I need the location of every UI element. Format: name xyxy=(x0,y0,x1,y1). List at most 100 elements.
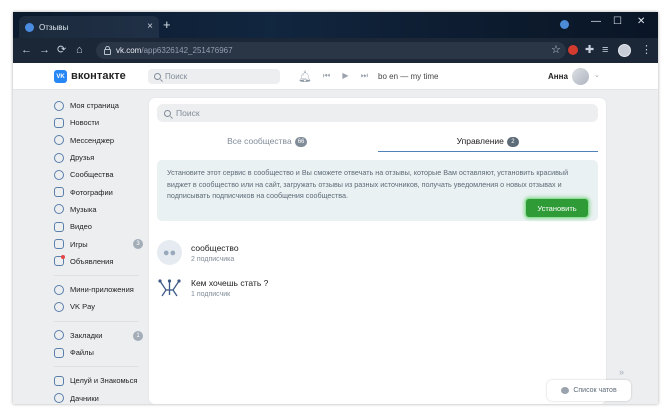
current-track[interactable]: bo en — my time xyxy=(378,72,438,81)
sidebar-item-communities[interactable]: Сообщества xyxy=(54,166,149,183)
new-tab-icon[interactable]: + xyxy=(163,17,171,32)
chevron-down-icon[interactable]: ⌄ xyxy=(594,71,600,79)
user-avatar[interactable] xyxy=(572,68,589,85)
bookmark-icon xyxy=(54,330,64,341)
notifications-bell-icon[interactable]: 🔔︎ xyxy=(298,70,312,83)
chat-bubble-icon xyxy=(54,135,64,146)
sidebar-item-messenger[interactable]: Мессенджер xyxy=(54,132,149,149)
tab-management[interactable]: Управление 2 xyxy=(377,136,599,152)
music-icon xyxy=(54,204,64,215)
search-icon xyxy=(154,73,161,80)
file-icon xyxy=(54,347,64,358)
chat-list-button[interactable]: Список чатов xyxy=(547,380,631,401)
forward-icon[interactable]: → xyxy=(39,44,50,56)
sidebar-item-label: Друзья xyxy=(70,153,95,163)
window-close-icon[interactable]: ✕ xyxy=(637,16,645,27)
browser-profile-avatar[interactable] xyxy=(618,44,631,57)
sidebar-item-label: Закладки xyxy=(70,330,103,340)
vk-header: VK вконтакте Поиск 🔔︎ ⏮ ▶ ⏭ bo en — my t… xyxy=(13,63,658,90)
sidebar-item-my-page[interactable]: Моя страница xyxy=(54,97,149,114)
reload-icon[interactable]: ⟳ xyxy=(57,44,66,56)
sidebar-item-music[interactable]: Музыка xyxy=(54,201,149,218)
service-info-banner: Установите этот сервис в сообщество и Вы… xyxy=(157,160,598,221)
sidebar-divider xyxy=(54,274,139,276)
search-icon xyxy=(164,109,171,117)
app-icon xyxy=(54,393,64,404)
sidebar-item-bookmarks[interactable]: Закладки 1 xyxy=(54,327,149,344)
sidebar-divider xyxy=(54,366,139,368)
sidebar-item-app-kiss[interactable]: Целуй и Знакомься xyxy=(54,372,149,389)
sidebar-item-games[interactable]: Игры 3 xyxy=(54,235,149,252)
community-list-item[interactable]: ●● сообщество 2 подписчика xyxy=(157,239,598,269)
tab-label: Управление xyxy=(456,136,504,146)
sidebar-item-app-dachniki[interactable]: Дачники xyxy=(54,389,149,404)
sidebar-item-label: Игры xyxy=(70,239,88,249)
tab-all-communities[interactable]: Все сообщества 66 xyxy=(157,136,378,152)
bookmark-star-icon[interactable]: ☆ xyxy=(551,44,561,56)
communities-search-input[interactable]: Поиск xyxy=(157,104,598,122)
sidebar-item-label: Фотографии xyxy=(70,187,113,197)
app-icon xyxy=(54,375,64,386)
sidebar-item-label: VK Pay xyxy=(70,302,96,312)
community-placeholder-icon: ●● xyxy=(157,240,182,265)
sidebar-item-label: Музыка xyxy=(70,204,97,214)
player-controls-icon[interactable]: ⏮ ▶ ⏭ xyxy=(323,71,373,81)
sidebar-item-label: Видео xyxy=(70,222,92,232)
communities-search-placeholder: Поиск xyxy=(176,108,200,118)
sidebar-item-label: Мессенджер xyxy=(70,135,115,145)
chat-list-label: Список чатов xyxy=(573,387,617,394)
extension-icon[interactable] xyxy=(568,45,578,55)
reading-list-icon[interactable]: ≡ xyxy=(602,44,608,56)
community-subscribers: 1 подписчик xyxy=(191,291,231,298)
header-search-placeholder: Поиск xyxy=(165,72,188,81)
sidebar-item-video[interactable]: Видео xyxy=(54,218,149,235)
site-name[interactable]: вконтакте xyxy=(71,70,126,82)
sidebar-item-files[interactable]: Файлы xyxy=(54,344,149,361)
tab-label: Все сообщества xyxy=(227,136,292,146)
community-title[interactable]: сообщество xyxy=(191,243,239,253)
friends-icon xyxy=(54,152,64,163)
gamepad-icon xyxy=(54,239,64,250)
expand-chats-icon[interactable]: » xyxy=(619,367,624,377)
extensions-puzzle-icon[interactable]: ✚ xyxy=(585,44,594,56)
vk-pay-icon xyxy=(54,301,64,312)
back-icon[interactable]: ← xyxy=(21,44,32,56)
service-info-text: Установите этот сервис в сообщество и Вы… xyxy=(167,168,569,200)
window-minimize-icon[interactable]: — xyxy=(591,16,601,27)
browser-menu-icon[interactable]: ⋮ xyxy=(641,44,652,56)
browser-tab[interactable]: Отзывы × xyxy=(19,16,159,38)
sidebar-item-label: Моя страница xyxy=(70,101,119,111)
profile-indicator-icon[interactable] xyxy=(560,20,569,29)
community-list-item[interactable]: Кем хочешь стать ? 1 подписчик xyxy=(157,274,598,304)
vk-logo-icon[interactable]: VK xyxy=(54,70,67,83)
install-button[interactable]: Установить xyxy=(525,198,589,218)
community-logo-icon xyxy=(158,278,181,296)
sidebar-item-photos[interactable]: Фотографии xyxy=(54,183,149,200)
user-name[interactable]: Анна xyxy=(548,72,568,81)
sidebar-item-label: Мини-приложения xyxy=(70,285,134,295)
ads-icon xyxy=(54,255,65,267)
communities-icon xyxy=(54,169,64,180)
address-bar[interactable]: vk.com/app6326142_251476967 xyxy=(96,42,566,59)
news-icon xyxy=(54,117,64,128)
sidebar-item-label: Объявления xyxy=(70,256,114,266)
sidebar-item-news[interactable]: Новости xyxy=(54,114,149,131)
sidebar-item-label: Файлы xyxy=(70,348,94,357)
tab-favicon-icon xyxy=(25,22,34,32)
url-path: /app6326142_251476967 xyxy=(141,46,233,55)
community-title[interactable]: Кем хочешь стать ? xyxy=(191,278,268,288)
header-search-input[interactable]: Поиск xyxy=(148,69,280,84)
window-maximize-icon[interactable]: ☐ xyxy=(613,16,622,27)
photo-icon xyxy=(54,187,64,198)
sidebar-item-vk-pay[interactable]: VK Pay xyxy=(54,298,149,315)
browser-tab-strip: Отзывы × + — ☐ ✕ xyxy=(13,12,658,38)
sidebar-divider xyxy=(54,320,139,322)
sidebar-item-friends[interactable]: Друзья xyxy=(54,149,149,166)
community-tabs: Все сообщества 66 Управление 2 xyxy=(157,136,598,152)
sidebar-item-label: Дачники xyxy=(70,393,99,403)
sidebar-item-mini-apps[interactable]: Мини-приложения xyxy=(54,281,149,298)
home-icon[interactable]: ⌂ xyxy=(76,44,83,56)
tab-close-icon[interactable]: × xyxy=(147,22,153,32)
sidebar-item-ads[interactable]: Объявления xyxy=(54,253,149,270)
browser-window: Отзывы × + — ☐ ✕ ← → ⟳ ⌂ vk.com/app63261… xyxy=(13,12,658,404)
